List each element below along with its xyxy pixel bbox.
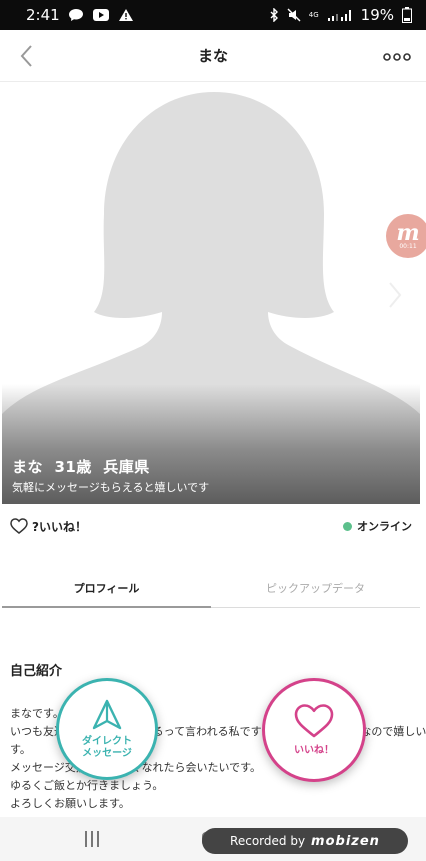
status-right: 4G 19% [269,6,412,24]
online-label: オンライン [357,520,412,533]
recent-apps-button[interactable] [85,831,101,849]
like-button-label: いいね！ [294,745,334,756]
intro-line: ゆるくご飯とか行きましょう。 [10,779,164,792]
recorder-bubble-letter: m [396,219,420,246]
profile-tabs: プロフィール ピックアップデータ [2,568,420,608]
chat-notification-icon [68,8,84,22]
youtube-icon [92,8,110,22]
profile-tagline: 気軽にメッセージもらえると嬉しいです [12,481,210,494]
mute-icon [287,8,301,22]
like-button[interactable]: いいね！ [262,678,366,782]
self-intro-heading: 自己紹介 [10,664,63,679]
tab-pickup-data[interactable]: ピックアップデータ [211,568,420,607]
recorder-bubble-time: 00:11 [399,242,417,250]
tab-profile[interactable]: プロフィール [2,568,211,608]
app-header: まな [0,30,426,82]
intro-line: よろしくお願いします。 [10,797,130,810]
recent-apps-icon-bar [97,831,99,847]
next-photo-arrow-icon[interactable] [386,280,404,310]
like-count: ?いいね！ [10,518,87,535]
status-time: 2:41 [26,6,60,24]
recorded-by-text: Recorded by [230,834,306,848]
direct-message-label: ダイレクト メッセージ [82,736,132,759]
heart-icon [294,704,334,738]
status-left: 2:41 [26,6,134,24]
screen-recorder-bubble[interactable]: m 00:11 [386,214,426,258]
recent-apps-icon [85,831,87,847]
mobizen-logo: mobizen [311,833,380,849]
like-status-row: ?いいね！ オンライン [0,504,426,548]
battery-percent: 19% [360,6,394,24]
signal-icon [327,8,353,22]
more-horizontal-icon [383,53,411,61]
recent-apps-icon-bar [91,831,93,847]
profile-photo[interactable]: まな 31歳 兵庫県 気軽にメッセージもらえると嬉しいです [2,84,420,504]
like-count-label: ?いいね！ [32,519,87,534]
status-bar: 2:41 4G 19% [0,0,426,30]
heart-outline-icon [10,518,28,534]
page-title: まな [197,47,228,65]
more-options-button[interactable] [382,47,412,67]
direct-message-button[interactable]: ダイレクト メッセージ [56,678,158,780]
network-type: 4G [308,10,319,19]
paper-plane-icon [92,699,122,730]
recorded-by-badge: Recorded by mobizen [202,828,408,854]
profile-name-age-location: まな 31歳 兵庫県 [12,458,150,476]
battery-icon [402,7,412,23]
warning-icon [118,8,134,22]
online-indicator-icon [343,521,352,531]
online-status: オンライン [343,518,412,534]
bluetooth-icon [269,8,279,22]
